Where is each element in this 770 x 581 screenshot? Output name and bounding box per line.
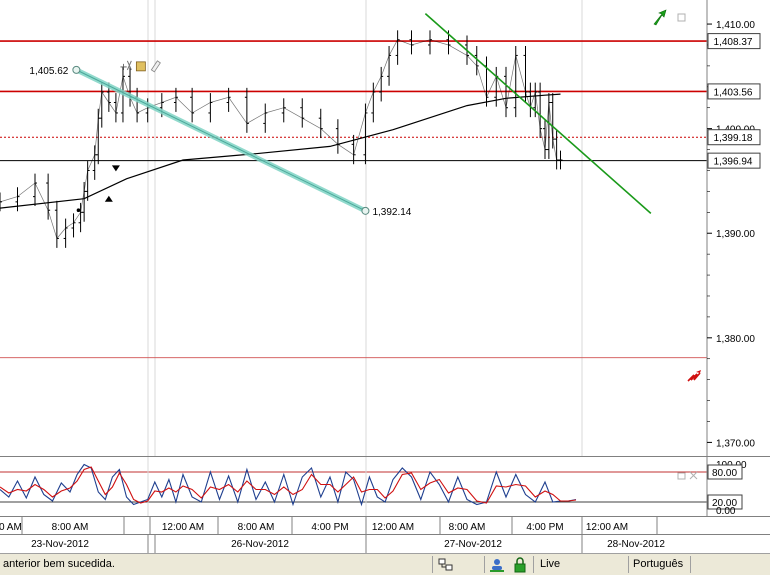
status-message: anterior bem sucedida. (3, 558, 115, 570)
price-tick-label-4: 1,370.00 (716, 438, 755, 449)
date-label-3: 28-Nov-2012 (607, 539, 665, 550)
price-panel[interactable]: 1,405.62 1,392.14 + (0, 0, 707, 456)
status-bar: anterior bem sucedida. Live Português (0, 553, 770, 575)
time-tick-label-1: 8:00 AM (52, 522, 89, 533)
status-separator (533, 556, 534, 573)
stochastic-panel-background (0, 457, 707, 516)
lock-icon[interactable] (512, 554, 530, 575)
crosshair-icon: + (119, 62, 127, 73)
time-tick-label-2: 12:00 AM (162, 522, 204, 533)
user-icon[interactable] (489, 554, 507, 575)
time-tick-label-6: 8:00 AM (449, 522, 486, 533)
channel-line-end-label: 1,392.14 (372, 207, 411, 218)
date-label-2: 27-Nov-2012 (444, 539, 502, 550)
connection-status: Live (540, 558, 561, 570)
status-separator (484, 556, 485, 573)
price-point-marker (76, 208, 81, 213)
date-label-1: 26-Nov-2012 (231, 539, 289, 550)
channel-line-start-label: 1,405.62 (29, 66, 68, 77)
time-tick-label-5: 12:00 AM (372, 522, 414, 533)
stochastic-tick-label-0: 0.00 (716, 506, 736, 517)
price-axis: 1,410.001,400.001,390.001,380.001,370.00… (706, 0, 770, 456)
edit-icon (135, 61, 146, 72)
stochastic-panel[interactable] (0, 456, 770, 517)
level-tag-label-0: 1,408.37 (714, 37, 753, 48)
chart-svg: 1,405.621,392.14+ 1,410.001,400.001,390.… (0, 0, 770, 553)
date-label-0: 23-Nov-2012 (31, 539, 89, 550)
level-tag-label-1: 1,403.56 (714, 87, 753, 98)
price-panel-background (0, 0, 707, 456)
channel-line-end-handle (361, 206, 370, 215)
level-tag-label-3: 1,396.94 (714, 157, 753, 168)
time-axis: 0 AM 8:00 AM 12:00 AM 8:00 AM 4:00 PM 12:00 A… (0, 516, 770, 553)
status-separator (690, 556, 691, 573)
time-tick-label-7: 4:00 PM (526, 522, 563, 533)
channel-line-start-handle (72, 65, 81, 74)
time-tick-label-3: 8:00 AM (238, 522, 275, 533)
stochastic-axis: 100.0080.0020.000.00 (706, 457, 770, 517)
level-tag-label-2: 1,399.18 (714, 133, 753, 144)
status-separator (432, 556, 433, 573)
status-separator (628, 556, 629, 573)
time-tick-label-4: 4:00 PM (311, 522, 348, 533)
time-tick-label-8: 12:00 AM (586, 522, 628, 533)
stochastic-tick-label-80: 80.00 (712, 468, 737, 479)
language-indicator[interactable]: Português (633, 554, 683, 575)
price-tick-label-2: 1,390.00 (716, 229, 755, 240)
time-tick-label-0: 0 AM (0, 522, 22, 533)
network-icon[interactable] (438, 554, 456, 575)
price-tick-label-3: 1,380.00 (716, 334, 755, 345)
price-tick-label-0: 1,410.00 (716, 20, 755, 31)
price-axis-background (707, 0, 770, 456)
